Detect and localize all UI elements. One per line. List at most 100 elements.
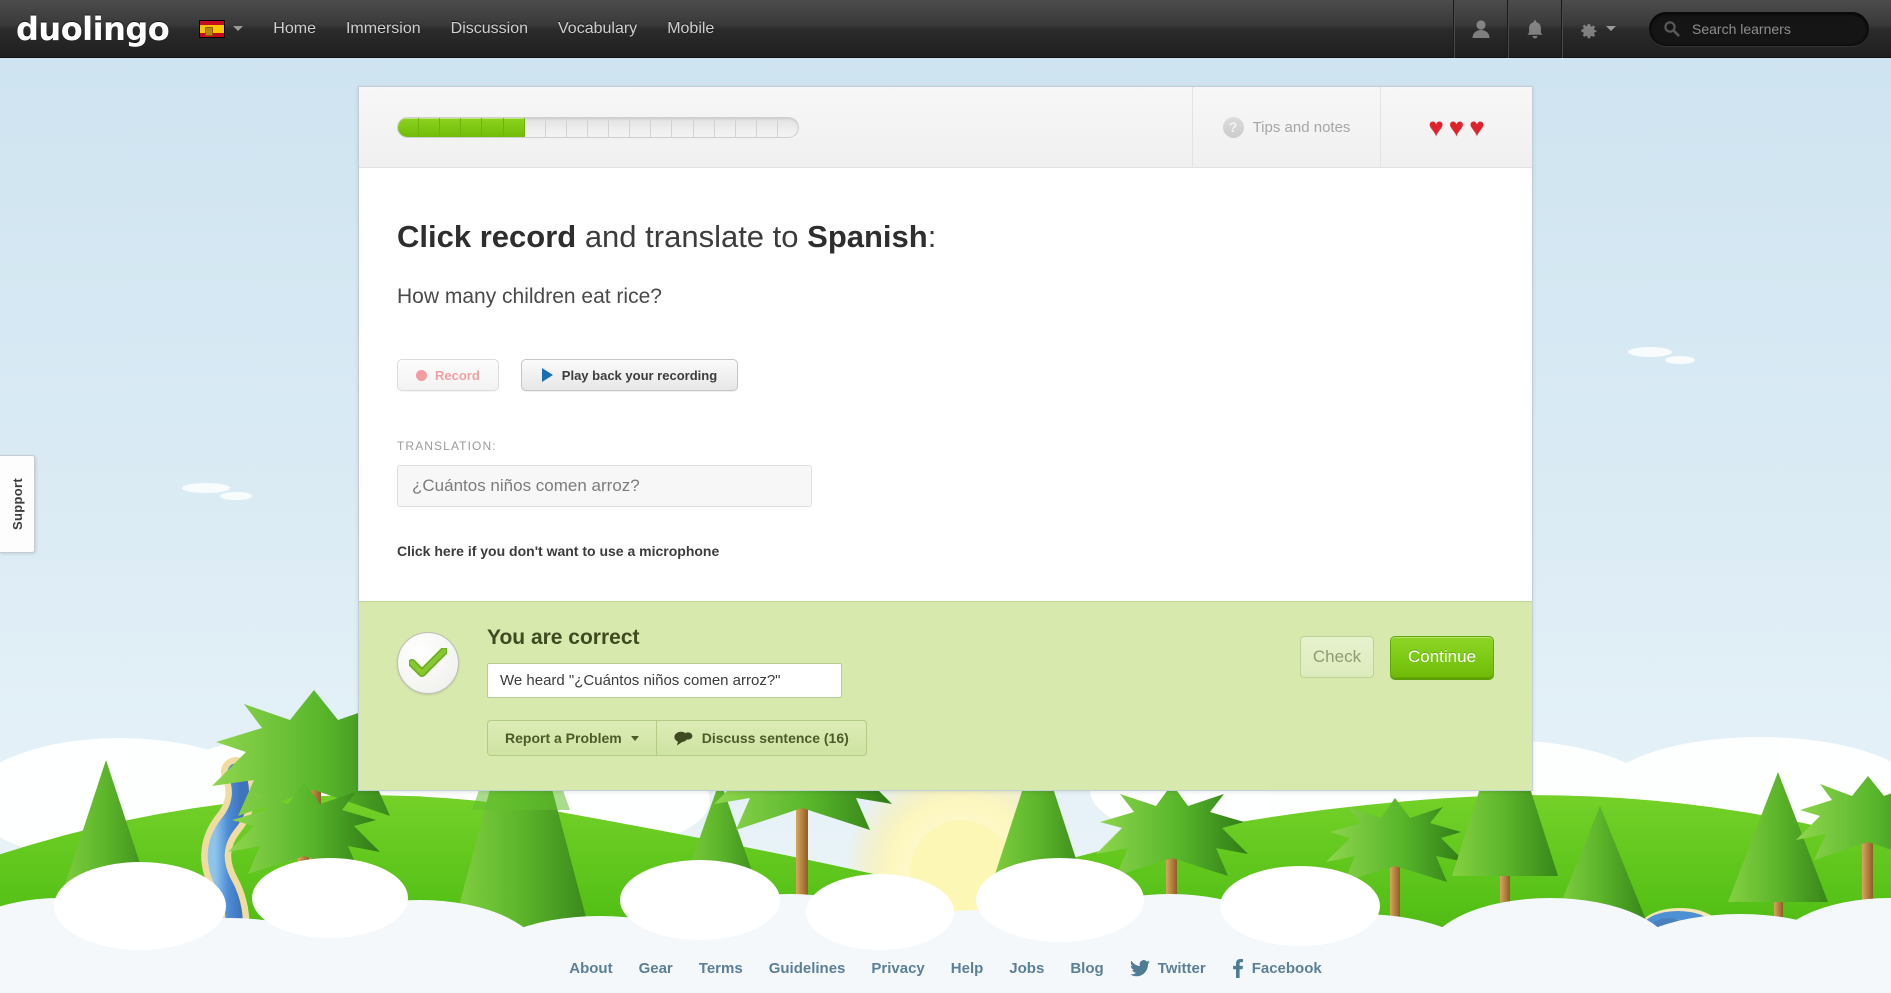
- discuss-sentence-button[interactable]: Discuss sentence (16): [655, 720, 867, 757]
- progress-area: [359, 87, 1192, 167]
- prompt-colon: :: [927, 219, 937, 254]
- tips-and-notes-button[interactable]: ? Tips and notes: [1192, 87, 1380, 167]
- nav-link-immersion[interactable]: Immersion: [346, 20, 421, 38]
- no-microphone-link[interactable]: Click here if you don't want to use a mi…: [397, 543, 719, 559]
- footer-link-jobs[interactable]: Jobs: [1009, 960, 1044, 977]
- heart-icon: ♥: [1428, 112, 1444, 142]
- nav-link-vocabulary[interactable]: Vocabulary: [558, 20, 637, 38]
- playback-button-label: Play back your recording: [561, 367, 718, 383]
- heart-icon: ♥: [1469, 112, 1485, 142]
- progress-segment: [588, 117, 610, 137]
- play-triangle-icon: [541, 368, 553, 383]
- footer: About Gear Terms Guidelines Privacy Help…: [0, 943, 1891, 993]
- question-mark-icon: ?: [1222, 116, 1244, 138]
- twitter-bird-icon: [1129, 959, 1150, 976]
- lesson-progress-bar: [397, 116, 799, 138]
- hearts-container: ♥ ♥ ♥: [1380, 87, 1532, 167]
- footer-link-terms[interactable]: Terms: [699, 960, 743, 977]
- playback-button[interactable]: Play back your recording: [520, 359, 739, 392]
- progress-segment: [482, 117, 504, 137]
- progress-segment: [419, 117, 441, 137]
- nav-link-home[interactable]: Home: [273, 20, 316, 38]
- footer-link-privacy[interactable]: Privacy: [871, 960, 924, 977]
- footer-link-gear[interactable]: Gear: [639, 960, 673, 977]
- chevron-down-icon: [630, 735, 639, 741]
- progress-segment: [398, 117, 420, 137]
- progress-segment: [672, 117, 694, 137]
- support-tab-label: Support: [9, 478, 25, 530]
- prompt-language: Spanish: [807, 219, 928, 254]
- feedback-actions: Check Continue: [1300, 636, 1494, 679]
- lesson-body: Click record and translate to Spanish: H…: [359, 168, 1532, 601]
- nav-link-mobile[interactable]: Mobile: [667, 20, 714, 38]
- tips-and-notes-label: Tips and notes: [1252, 118, 1351, 136]
- lesson-card: ? Tips and notes ♥ ♥ ♥ Click record and tr…: [358, 86, 1533, 792]
- chevron-down-icon: [233, 26, 244, 31]
- report-problem-label: Report a Problem: [505, 730, 622, 747]
- progress-segment: [630, 117, 652, 137]
- correct-badge: [397, 632, 459, 695]
- feedback-button-group: Report a Problem Discuss sentence (16): [487, 720, 1300, 757]
- progress-segment: [651, 117, 673, 137]
- source-sentence: How many children eat rice?: [397, 285, 662, 309]
- record-button-label: Record: [435, 367, 480, 383]
- chevron-down-icon: [1606, 26, 1616, 31]
- footer-link-twitter[interactable]: Twitter: [1129, 959, 1206, 977]
- prompt-middle: and translate to: [576, 219, 808, 254]
- feedback-bar: You are correct We heard "¿Cuántos niños…: [359, 601, 1532, 791]
- prompt-action: Click record: [397, 219, 577, 254]
- settings-button[interactable]: [1561, 0, 1631, 58]
- translation-input-value: ¿Cuántos niños comen arroz?: [412, 476, 640, 496]
- progress-segment: [736, 117, 757, 137]
- recording-controls: Record Play back your recording: [397, 359, 1494, 392]
- facebook-f-icon: [1232, 958, 1243, 978]
- language-selector[interactable]: [199, 19, 244, 38]
- lesson-header: ? Tips and notes ♥ ♥ ♥: [359, 87, 1532, 168]
- notifications-button[interactable]: [1507, 0, 1561, 58]
- green-checkmark-icon: [409, 648, 447, 678]
- page-title: Click record and translate to Spanish:: [397, 218, 1494, 255]
- nav-link-discussion[interactable]: Discussion: [451, 20, 528, 38]
- footer-link-about[interactable]: About: [569, 960, 612, 977]
- support-tab[interactable]: Support: [0, 455, 35, 553]
- footer-link-facebook-label[interactable]: Facebook: [1252, 960, 1322, 977]
- progress-segment: [609, 117, 631, 137]
- progress-segment: [440, 117, 462, 137]
- user-icon: [1472, 19, 1489, 38]
- progress-segment: [525, 117, 546, 137]
- footer-link-help[interactable]: Help: [951, 960, 984, 977]
- bell-icon: [1527, 19, 1542, 38]
- speech-bubble-icon: [674, 731, 693, 746]
- check-button[interactable]: Check: [1300, 636, 1374, 679]
- footer-link-blog[interactable]: Blog: [1070, 960, 1103, 977]
- status-badge: You are correct: [487, 626, 640, 650]
- progress-segment: [461, 117, 483, 137]
- translation-label: TRANSLATION:: [397, 439, 497, 454]
- progress-segment: [778, 118, 798, 137]
- heard-text-box: We heard "¿Cuántos niños comen arroz?": [487, 663, 842, 699]
- progress-segment: [715, 117, 736, 137]
- progress-segment: [503, 117, 525, 137]
- duolingo-logo[interactable]: duolingo: [16, 10, 170, 48]
- profile-button[interactable]: [1453, 0, 1507, 58]
- translation-input[interactable]: ¿Cuántos niños comen arroz?: [397, 465, 812, 508]
- search-input[interactable]: Search learners: [1649, 11, 1869, 46]
- record-dot-icon: [416, 369, 427, 381]
- search-placeholder: Search learners: [1692, 20, 1791, 37]
- footer-link-guidelines[interactable]: Guidelines: [769, 960, 846, 977]
- progress-segment: [757, 117, 778, 137]
- heart-icon: ♥: [1448, 112, 1465, 142]
- gear-icon: [1581, 23, 1597, 38]
- heard-text: We heard "¿Cuántos niños comen arroz?": [500, 672, 781, 690]
- footer-link-twitter-label[interactable]: Twitter: [1158, 960, 1206, 977]
- record-button[interactable]: Record: [397, 359, 499, 392]
- discuss-sentence-label: Discuss sentence (16): [701, 730, 849, 747]
- spain-flag-icon: [199, 19, 226, 38]
- report-problem-button[interactable]: Report a Problem: [487, 720, 656, 757]
- top-navbar: duolingo Home Immersion Discussion Vocab…: [0, 0, 1891, 58]
- search-icon: [1664, 21, 1680, 37]
- progress-segment: [694, 117, 715, 137]
- continue-button[interactable]: Continue: [1390, 636, 1494, 679]
- progress-segment: [546, 117, 567, 137]
- footer-link-facebook[interactable]: Facebook: [1232, 958, 1322, 978]
